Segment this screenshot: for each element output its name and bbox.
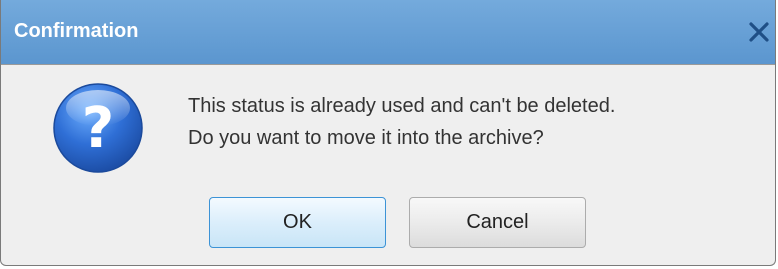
cancel-button[interactable]: Cancel — [409, 197, 586, 248]
confirmation-dialog: Confirmation ? This status is already us… — [0, 0, 776, 266]
close-icon — [749, 22, 769, 42]
question-glyph: ? — [82, 96, 114, 161]
title-bar: Confirmation — [1, 0, 775, 65]
dialog-title: Confirmation — [14, 20, 139, 42]
message-line-1: This status is already used and can't be… — [188, 95, 616, 117]
ok-button[interactable]: OK — [209, 197, 386, 248]
close-button[interactable] — [747, 20, 771, 44]
message-line-2: Do you want to move it into the archive? — [188, 127, 544, 149]
question-icon: ? — [53, 83, 143, 173]
message-text: This status is already used and can't be… — [188, 90, 615, 154]
